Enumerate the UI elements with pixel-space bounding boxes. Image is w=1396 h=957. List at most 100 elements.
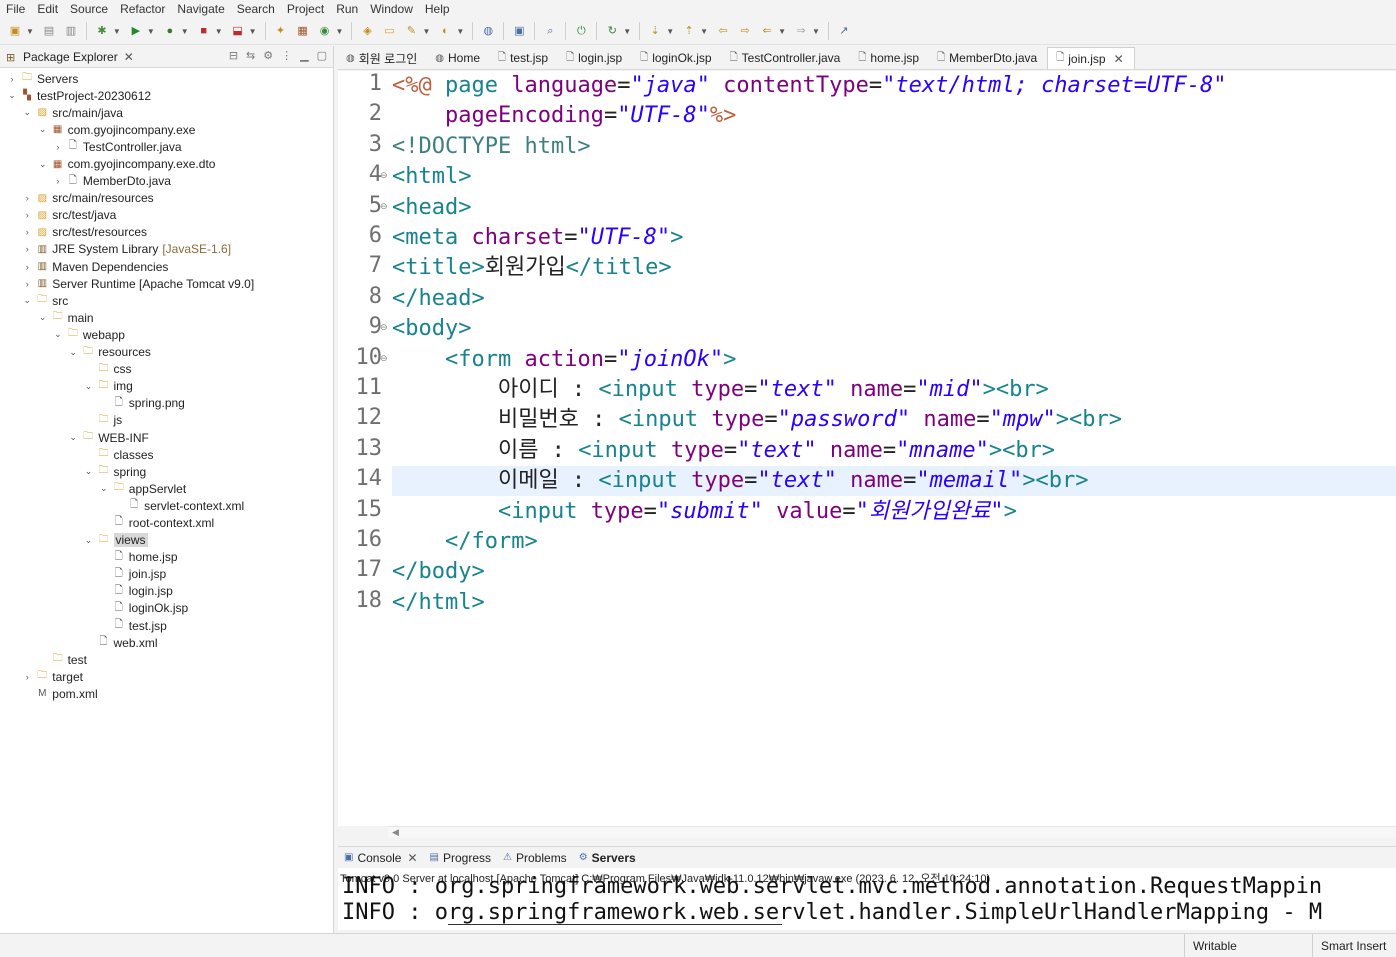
tree-item[interactable]: 🗋 root-context.xml — [0, 514, 333, 531]
menu-item-file[interactable]: File — [0, 2, 31, 16]
tree-item[interactable]: ⌄ 🗀 views — [0, 532, 333, 549]
expanded-chevron-icon[interactable]: ⌄ — [98, 483, 110, 494]
tree-item[interactable]: 🗀 css — [0, 361, 333, 378]
next-annotation-dropdown-icon[interactable]: ▼ — [666, 27, 674, 36]
menu-item-help[interactable]: Help — [419, 2, 456, 16]
package-icon[interactable]: ▦ — [295, 23, 311, 39]
debug-dropdown-icon[interactable]: ▼ — [113, 27, 121, 36]
next-annotation-icon[interactable]: ⇣ — [647, 23, 663, 39]
tree-item[interactable]: › ▥ Maven Dependencies — [0, 258, 333, 275]
collapsed-chevron-icon[interactable]: › — [21, 262, 33, 272]
fold-toggle-icon[interactable]: ⊖ — [380, 170, 388, 181]
editor-tab[interactable]: 🗋 loginOk.jsp — [632, 47, 721, 69]
tree-item[interactable]: › ▨ src/main/resources — [0, 190, 333, 207]
editor-tab[interactable]: 🗋 login.jsp — [558, 47, 632, 69]
stop-server-icon[interactable]: ■ — [196, 23, 212, 39]
prev-annotation-dropdown-icon[interactable]: ▼ — [700, 27, 708, 36]
expanded-chevron-icon[interactable]: ⌄ — [67, 432, 79, 443]
package-explorer-title[interactable]: Package Explorer — [23, 50, 118, 64]
collapsed-chevron-icon[interactable]: › — [21, 193, 33, 203]
fold-toggle-icon[interactable]: ⊖ — [380, 322, 388, 333]
tree-item[interactable]: 🗋 test.jsp — [0, 617, 333, 634]
fold-toggle-icon[interactable]: ⊖ — [380, 353, 388, 364]
fold-toggle-icon[interactable]: ⊖ — [380, 201, 388, 212]
close-icon[interactable]: ✕ — [407, 851, 417, 865]
tree-item[interactable]: ⌄ 🗀 webapp — [0, 326, 333, 343]
open-resource-icon[interactable]: ◐ — [437, 23, 453, 39]
menu-item-window[interactable]: Window — [364, 2, 419, 16]
refresh-dropdown-icon[interactable]: ▼ — [623, 27, 631, 36]
code-editor[interactable]: 1 2 3 4 ⊖ 5 ⊖ 6 7 8 9 ⊖ 10 ⊖ 11 12 13 14 15 16 17 18 <%@ page… — [338, 71, 1396, 826]
tree-item[interactable]: ⌄ 🗀 appServlet — [0, 480, 333, 497]
save-all-icon[interactable]: ▥ — [63, 23, 79, 39]
tree-item[interactable]: › ▥ JRE System Library [JavaSE-1.6] — [0, 241, 333, 258]
collapsed-chevron-icon[interactable]: › — [21, 672, 33, 682]
tree-item[interactable]: › 🗋 TestController.java — [0, 138, 333, 155]
menu-item-project[interactable]: Project — [281, 2, 330, 16]
menu-item-refactor[interactable]: Refactor — [114, 2, 171, 16]
tree-item[interactable]: ⌄ ▦ com.gyojincompany.exe.dto — [0, 155, 333, 172]
maximize-icon[interactable]: ▢ — [317, 49, 327, 62]
expanded-chevron-icon[interactable]: ⌄ — [37, 312, 49, 323]
tree-item[interactable]: 🗀 js — [0, 412, 333, 429]
terminal-icon[interactable]: ▣ — [511, 23, 527, 39]
tree-item[interactable]: ⌄ 🗀 main — [0, 309, 333, 326]
collapsed-chevron-icon[interactable]: › — [52, 142, 64, 152]
stop-dropdown-icon[interactable]: ▼ — [215, 27, 223, 36]
bottom-tab-progress[interactable]: ▤ Progress — [424, 851, 497, 865]
tree-item[interactable]: ⌄ 🗀 spring — [0, 463, 333, 480]
collapse-all-icon[interactable]: ⊟ — [229, 49, 238, 62]
close-tab-icon[interactable]: ✕ — [1114, 52, 1124, 66]
menu-item-run[interactable]: Run — [330, 2, 364, 16]
new-dropdown-icon[interactable]: ▼ — [26, 27, 34, 36]
new-icon[interactable]: ▣ — [7, 23, 23, 39]
run-dropdown-icon[interactable]: ▼ — [147, 27, 155, 36]
tree-item[interactable]: ⌄ 🗀 WEB-INF — [0, 429, 333, 446]
tree-item[interactable]: › ▨ src/test/resources — [0, 224, 333, 241]
new-project-icon[interactable]: ✦ — [273, 23, 289, 39]
search-icon[interactable]: ⌕ — [542, 23, 558, 39]
run-external-dropdown-icon[interactable]: ▼ — [181, 27, 189, 36]
editor-tab[interactable]: 🗋 TestController.java — [722, 47, 851, 69]
close-icon[interactable]: ✕ — [124, 50, 134, 64]
tree-item[interactable]: ⌄ ▨ src/main/java — [0, 104, 333, 121]
editor-tab[interactable]: 🗋 home.jsp — [850, 47, 929, 69]
pin-editor-icon[interactable]: ↗ — [836, 23, 852, 39]
tree-item[interactable]: 🗋 web.xml — [0, 634, 333, 651]
expanded-chevron-icon[interactable]: ⌄ — [37, 124, 49, 135]
expanded-chevron-icon[interactable]: ⌄ — [52, 329, 64, 340]
globe-icon[interactable]: ◍ — [480, 23, 496, 39]
open-type-icon[interactable]: ◈ — [359, 23, 375, 39]
bottom-tab-servers[interactable]: ⚙ Servers — [573, 851, 642, 865]
new-class-icon[interactable]: ◉ — [317, 23, 333, 39]
tree-item[interactable]: 🗋 loginOk.jsp — [0, 600, 333, 617]
expanded-chevron-icon[interactable]: ⌄ — [83, 381, 95, 392]
tree-item[interactable]: 🗋 home.jsp — [0, 549, 333, 566]
menu-item-search[interactable]: Search — [231, 2, 281, 16]
tree-item[interactable]: ⌄ 🗀 img — [0, 378, 333, 395]
run-external-icon[interactable]: ● — [162, 23, 178, 39]
new-class-dropdown-icon[interactable]: ▼ — [336, 27, 344, 36]
collapsed-chevron-icon[interactable]: › — [21, 227, 33, 237]
publish-icon[interactable]: ⬓ — [230, 23, 246, 39]
bottom-tab-problems[interactable]: ⚠ Problems — [497, 851, 573, 865]
editor-tab[interactable]: 🗋 MemberDto.java — [929, 47, 1047, 69]
tree-item[interactable]: ⌄ 🗀 src — [0, 292, 333, 309]
tree-item[interactable]: 🗋 servlet-context.xml — [0, 497, 333, 514]
spring-icon[interactable]: ⏻ — [573, 23, 589, 39]
tree-item[interactable]: › 🗀 target — [0, 668, 333, 685]
horizontal-scrollbar[interactable]: ◀ — [388, 826, 1396, 838]
tree-item[interactable]: ⌄ ▦ com.gyojincompany.exe — [0, 121, 333, 138]
tree-item[interactable]: ⌄ 🗀 resources — [0, 344, 333, 361]
open-folder-icon[interactable]: ▭ — [381, 23, 397, 39]
prev-annotation-icon[interactable]: ⇡ — [681, 23, 697, 39]
expanded-chevron-icon[interactable]: ⌄ — [21, 295, 33, 306]
last-edit-forward-icon[interactable]: ⇨ — [737, 23, 753, 39]
expanded-chevron-icon[interactable]: ⌄ — [21, 107, 33, 118]
tree-item[interactable]: Mpom.xml — [0, 685, 333, 702]
menu-item-source[interactable]: Source — [64, 2, 114, 16]
expanded-chevron-icon[interactable]: ⌄ — [83, 466, 95, 477]
filter-icon[interactable]: ⚙ — [263, 49, 273, 62]
tree-item[interactable]: › 🗋 MemberDto.java — [0, 173, 333, 190]
tree-item[interactable]: 🗀 classes — [0, 446, 333, 463]
